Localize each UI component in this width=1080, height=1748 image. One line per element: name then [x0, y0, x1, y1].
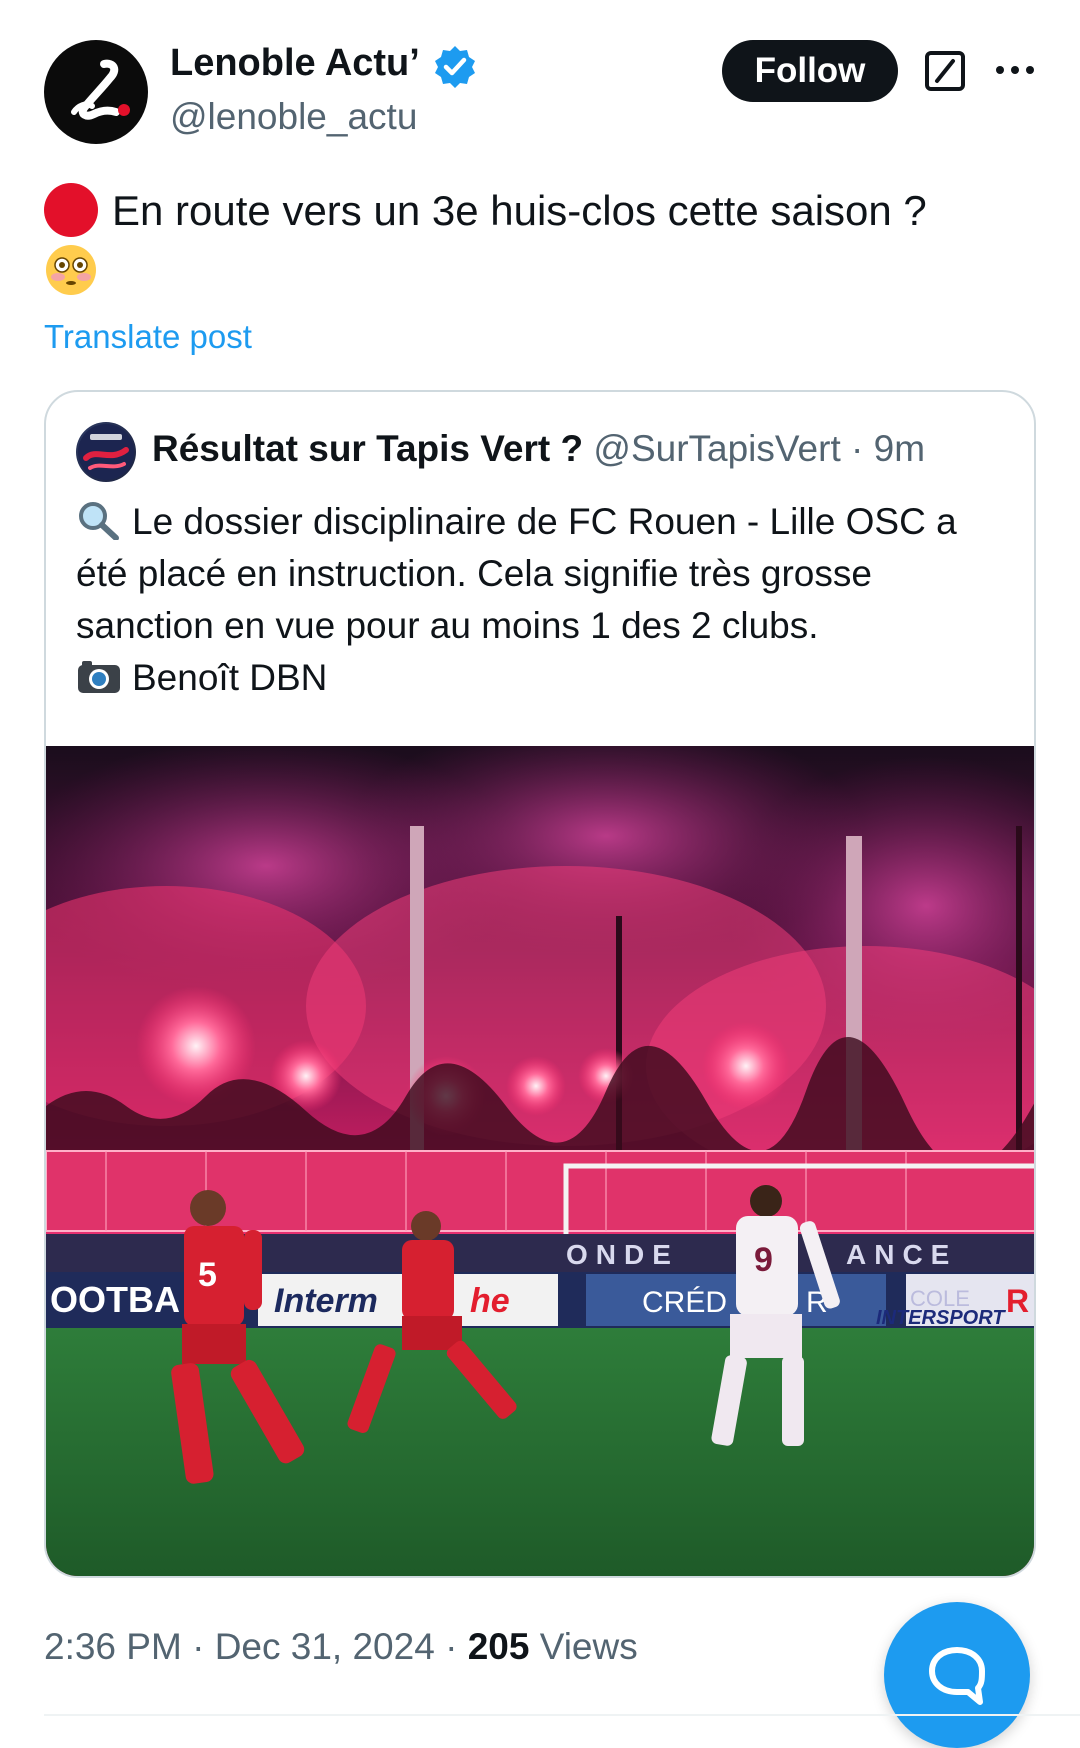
- views-label: Views: [539, 1626, 638, 1667]
- quoted-text: Le dossier disciplinaire de FC Rouen - L…: [76, 501, 957, 646]
- meta-separator: ·: [192, 1626, 205, 1667]
- svg-text:5: 5: [198, 1256, 217, 1294]
- author-handle[interactable]: @lenoble_actu: [170, 96, 417, 138]
- post-meta: 2:36 PM · Dec 31, 2024 · 205 Views: [44, 1626, 638, 1668]
- magnifying-glass-icon: [79, 502, 119, 540]
- svg-text:9: 9: [754, 1241, 773, 1279]
- board-text-ootba: OOTBA: [50, 1279, 180, 1320]
- camera-icon: [78, 661, 120, 693]
- grok-icon[interactable]: [924, 50, 966, 92]
- divider: [44, 1714, 1080, 1716]
- quoted-header: Résultat sur Tapis Vert ? @SurTapisVert …: [152, 428, 925, 470]
- views-count: 205: [467, 1626, 530, 1667]
- post-body: En route vers un 3e huis-clos cette sais…: [44, 180, 1044, 304]
- follow-button[interactable]: Follow: [722, 40, 898, 102]
- quoted-author-handle[interactable]: @SurTapisVert: [593, 428, 840, 469]
- post-date[interactable]: Dec 31, 2024: [215, 1626, 435, 1667]
- board-text-interm: Interm: [274, 1282, 378, 1320]
- more-options-icon[interactable]: [992, 52, 1038, 88]
- post-text: En route vers un 3e huis-clos cette sais…: [112, 187, 927, 234]
- photo-credit: Benoît DBN: [132, 657, 328, 698]
- quoted-timestamp[interactable]: 9m: [874, 428, 925, 469]
- post-header: Lenoble Actu’ @lenoble_actu Follow: [0, 0, 1080, 150]
- meta-separator: ·: [445, 1626, 458, 1667]
- post-time[interactable]: 2:36 PM: [44, 1626, 182, 1667]
- quoted-author-avatar[interactable]: [76, 422, 136, 482]
- quoted-separator: ·: [851, 428, 864, 469]
- board-text-r2: R: [1006, 1283, 1029, 1319]
- lenoble-logo-icon: [71, 59, 130, 120]
- stadium-photo[interactable]: ONDE ANCE OOTBA Interm he CRÉD R COLE IN…: [46, 746, 1036, 1578]
- board-text-ance: ANCE: [846, 1239, 957, 1270]
- quoted-author-name[interactable]: Résultat sur Tapis Vert ?: [152, 428, 583, 469]
- verified-badge-icon: [435, 46, 475, 88]
- red-circle-icon: [44, 183, 98, 237]
- quoted-text-block: Le dossier disciplinaire de FC Rouen - L…: [76, 496, 1016, 704]
- flushed-face-icon: [46, 245, 96, 295]
- chat-bubble-icon: [929, 1647, 985, 1705]
- board-text-cred: CRÉD: [642, 1286, 727, 1319]
- quoted-post-card[interactable]: Résultat sur Tapis Vert ? @SurTapisVert …: [44, 390, 1036, 1578]
- board-text-intersport: INTERSPORT: [876, 1307, 1006, 1329]
- board-text-onde: ONDE: [566, 1239, 679, 1270]
- reply-fab-button[interactable]: [884, 1602, 1030, 1748]
- quoted-avatar-logo-icon: [78, 424, 134, 480]
- board-text-he: he: [470, 1282, 510, 1320]
- author-avatar[interactable]: [44, 40, 148, 144]
- translate-post-link[interactable]: Translate post: [44, 318, 252, 356]
- author-name[interactable]: Lenoble Actu’: [170, 42, 420, 85]
